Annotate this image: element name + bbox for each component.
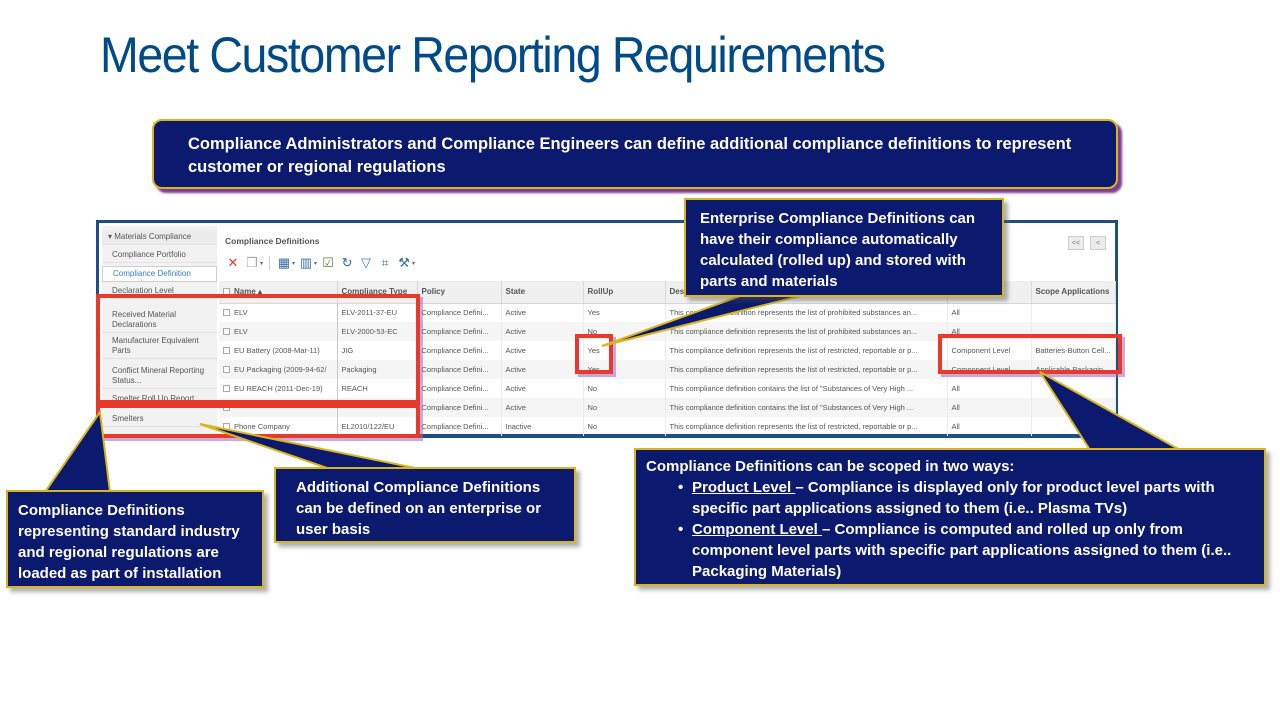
- cell-policy: Compliance Defini...: [417, 322, 502, 341]
- callout-rollup: Enterprise Compliance Definitions can ha…: [684, 198, 1004, 297]
- highlight-scope-values: [938, 334, 1122, 374]
- toolbar: ✕ ❐ ▾ ▦ ▾ ▥ ▾ ☑ ↻ ▽ ⌗ ⚒ ▾: [225, 254, 415, 272]
- callout-additional-definitions: Additional Compliance Definitions can be…: [274, 467, 576, 543]
- cell-state: Active: [501, 303, 584, 322]
- delete-icon[interactable]: ✕: [225, 255, 241, 271]
- refresh-icon[interactable]: ↻: [339, 255, 355, 271]
- cell-state: Active: [501, 322, 584, 341]
- column-header-state[interactable]: State: [501, 281, 584, 304]
- scope-item-product-level: Product Level – Compliance is displayed …: [678, 477, 1254, 519]
- highlight-custom-definition: [96, 404, 420, 438]
- cell-policy: Compliance Defini...: [417, 379, 502, 398]
- tools-dropdown-icon[interactable]: ▾: [412, 260, 415, 267]
- columns-dropdown-icon[interactable]: ▾: [314, 260, 317, 267]
- cell-description: This compliance definition contains the …: [665, 398, 948, 417]
- column-header-rollup[interactable]: RollUp: [583, 281, 666, 304]
- window-buttons: << <: [1068, 236, 1106, 250]
- cell-scope: All: [947, 379, 1032, 398]
- column-header-policy[interactable]: Policy: [417, 281, 502, 304]
- columns-icon[interactable]: ▥: [298, 255, 314, 271]
- cell-policy: Compliance Defini...: [417, 360, 502, 379]
- callout-scope: Compliance Definitions can be scoped in …: [634, 448, 1266, 586]
- cell-rollup: No: [583, 398, 666, 417]
- cell-rollup: No: [583, 379, 666, 398]
- new-dropdown-icon[interactable]: ▾: [260, 260, 263, 267]
- highlight-rollup-values: [575, 334, 613, 374]
- callout-standard-definitions: Compliance Definitions representing stan…: [6, 490, 264, 588]
- cell-scope-applications: [1031, 417, 1116, 436]
- cell-policy: Compliance Defini...: [417, 341, 502, 360]
- callout-custom-definitions: Compliance Administrators and Compliance…: [152, 119, 1118, 189]
- filter-icon[interactable]: ▽: [358, 255, 374, 271]
- cell-policy: Compliance Defini...: [417, 398, 502, 417]
- cell-rollup: No: [583, 417, 666, 436]
- cell-description: This compliance definition contains the …: [665, 379, 948, 398]
- cell-scope-applications: [1031, 379, 1116, 398]
- approve-icon[interactable]: ☑: [320, 255, 336, 271]
- fit-icon[interactable]: ⌗: [377, 255, 393, 271]
- cell-state: Active: [501, 341, 584, 360]
- cell-description: This compliance definition represents th…: [665, 322, 948, 341]
- sidebar-item-compliance-portfolio[interactable]: Compliance Portfolio: [102, 248, 217, 263]
- highlight-standard-definitions: [96, 294, 420, 404]
- scope-item-component-level: Component Level – Compliance is computed…: [678, 519, 1254, 582]
- cell-state: Active: [501, 398, 584, 417]
- cell-description: This compliance definition represents th…: [665, 341, 948, 360]
- cell-description: This compliance definition represents th…: [665, 360, 948, 379]
- slide-title: Meet Customer Reporting Requirements: [100, 27, 886, 83]
- cell-state: Active: [501, 360, 584, 379]
- cell-description: This compliance definition represents th…: [665, 417, 948, 436]
- toolbar-separator: [269, 256, 271, 270]
- panel-title: Compliance Definitions: [225, 236, 320, 246]
- cell-scope: All: [947, 303, 1032, 322]
- cell-rollup: Yes: [583, 303, 666, 322]
- cell-policy: Compliance Defini...: [417, 303, 502, 322]
- sidebar-header-materials-compliance[interactable]: ▾ Materials Compliance: [102, 230, 217, 245]
- cell-scope: All: [947, 398, 1032, 417]
- column-header-scope-applications[interactable]: Scope Applications: [1031, 281, 1116, 304]
- cell-scope-applications: [1031, 398, 1116, 417]
- new-icon[interactable]: ❐: [244, 255, 260, 271]
- collapse-button[interactable]: <<: [1068, 236, 1084, 250]
- scope-intro: Compliance Definitions can be scoped in …: [646, 458, 1015, 475]
- cell-scope-applications: [1031, 303, 1116, 322]
- scope-list: Product Level – Compliance is displayed …: [678, 477, 1254, 582]
- back-button[interactable]: <: [1090, 236, 1106, 250]
- cell-policy: Compliance Defini...: [417, 417, 502, 436]
- cell-state: Inactive: [501, 417, 584, 436]
- tools-icon[interactable]: ⚒: [396, 255, 412, 271]
- table-settings-dropdown-icon[interactable]: ▾: [292, 260, 295, 267]
- cell-state: Active: [501, 379, 584, 398]
- cell-scope: All: [947, 417, 1032, 436]
- cell-description: This compliance definition represents th…: [665, 303, 948, 322]
- table-settings-icon[interactable]: ▦: [276, 255, 292, 271]
- sidebar-item-compliance-definition[interactable]: Compliance Definition: [102, 266, 217, 282]
